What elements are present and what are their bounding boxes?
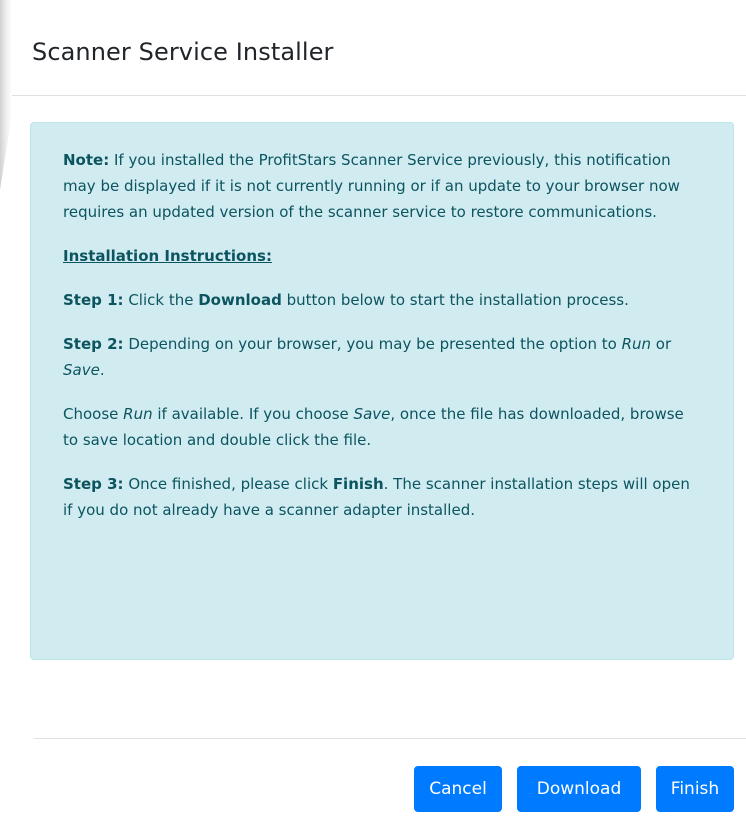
choose-save-word: Save bbox=[353, 405, 391, 423]
note-label: Note: bbox=[63, 151, 110, 169]
step3-text: Once finished, please click bbox=[123, 475, 333, 493]
download-button[interactable]: Download bbox=[517, 766, 641, 812]
step1-text-end: button below to start the installation p… bbox=[281, 291, 629, 309]
step1-download-word: Download bbox=[198, 291, 282, 309]
step3-label: Step 3: bbox=[63, 475, 124, 493]
note-text: If you installed the ProfitStars Scanner… bbox=[63, 151, 680, 221]
step2-label: Step 2: bbox=[63, 335, 124, 353]
choose-text-mid: if available. If you choose bbox=[152, 405, 354, 423]
step2-paragraph: Step 2: Depending on your browser, you m… bbox=[63, 331, 703, 383]
finish-button[interactable]: Finish bbox=[656, 766, 734, 812]
step1-label: Step 1: bbox=[63, 291, 124, 309]
scanner-installer-dialog: Scanner Service Installer Note: If you i… bbox=[0, 0, 746, 832]
step2-save-word: Save bbox=[63, 361, 100, 379]
step1-text: Click the bbox=[123, 291, 199, 309]
info-alert: Note: If you installed the ProfitStars S… bbox=[30, 122, 734, 660]
step2-or: or bbox=[651, 335, 672, 353]
step3-finish-word: Finish bbox=[332, 475, 384, 493]
modal-header: Scanner Service Installer bbox=[12, 0, 746, 96]
step2-end: . bbox=[99, 361, 105, 379]
choose-run-word: Run bbox=[123, 405, 153, 423]
cancel-button[interactable]: Cancel bbox=[414, 766, 502, 812]
footer-divider bbox=[34, 738, 746, 739]
step3-paragraph: Step 3: Once finished, please click Fini… bbox=[63, 471, 703, 523]
instructions-heading: Installation Instructions: bbox=[63, 247, 272, 265]
instructions-heading-paragraph: Installation Instructions: bbox=[63, 243, 703, 269]
window-shadow bbox=[0, 0, 12, 190]
step2-run-word: Run bbox=[621, 335, 652, 353]
dialog-title: Scanner Service Installer bbox=[32, 38, 334, 66]
choose-text: Choose bbox=[63, 405, 124, 423]
note-paragraph: Note: If you installed the ProfitStars S… bbox=[63, 147, 703, 225]
step2-text: Depending on your browser, you may be pr… bbox=[123, 335, 622, 353]
choose-paragraph: Choose Run if available. If you choose S… bbox=[63, 401, 703, 453]
step1-paragraph: Step 1: Click the Download button below … bbox=[63, 287, 703, 313]
